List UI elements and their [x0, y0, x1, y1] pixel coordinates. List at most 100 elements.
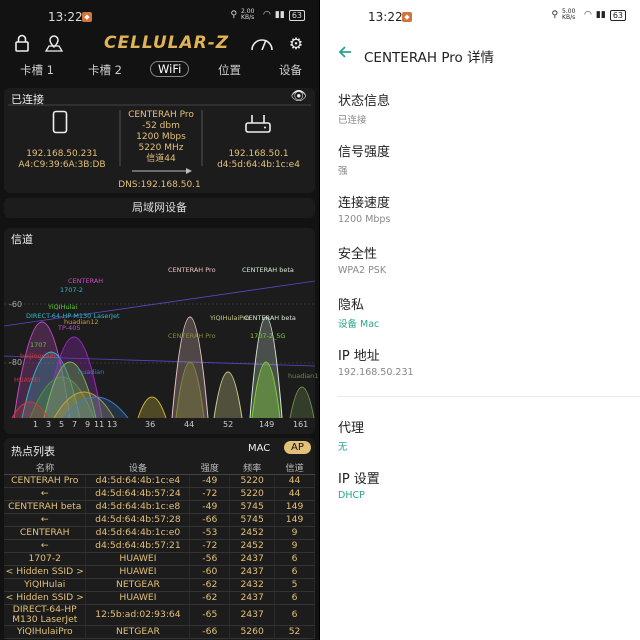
table-cell: 149 — [274, 500, 315, 514]
x-tick: 1 — [33, 420, 39, 429]
table-row[interactable]: CENTERAH beta d4:5d:64:4b:1c:e8 -49 5745 149 — [4, 500, 315, 514]
frequency: 5220 MHz — [138, 143, 184, 153]
location-icon: ⚲ — [551, 10, 559, 20]
table-cell: 2437 — [229, 604, 276, 626]
table-cell: 6 — [274, 604, 315, 626]
map-pin-icon[interactable] — [44, 34, 64, 54]
detail-value[interactable]: DHCP — [338, 490, 380, 501]
table-cell: -62 — [189, 591, 231, 605]
table-cell: -53 — [189, 526, 231, 540]
table-cell: 2452 — [229, 539, 276, 553]
x-tick: 7 — [72, 420, 78, 429]
table-cell: -72 — [189, 539, 231, 553]
table-cell: HUAWEI — [85, 591, 191, 605]
table-cell: 52 — [274, 625, 315, 639]
status-icons: ⚲ 2.00 KB/s ◠ ▮▮ 63 — [230, 9, 305, 21]
detail-status: 状态信息 已连接 — [338, 90, 390, 126]
table-row[interactable]: CENTERAH d4:5d:64:4b:1c:e0 -53 2452 9 — [4, 526, 315, 540]
table-cell: -65 — [189, 604, 231, 626]
phone-ip: 192.168.50.231 — [26, 149, 98, 159]
table-row[interactable]: DIRECT-64-HP M130 LaserJet 12:5b:ad:02:93… — [4, 604, 315, 626]
signal-strength: -52 dbm — [142, 121, 180, 131]
x-tick: 9 — [85, 420, 91, 429]
gear-icon[interactable]: ⚙ — [286, 34, 306, 54]
chart-label: CENTERAH — [68, 277, 104, 285]
table-cell: 1707-2 — [4, 552, 87, 566]
table-cell: 12:5b:ad:02:93:64 — [85, 604, 191, 626]
signal-icon: ▮▮ — [595, 10, 606, 20]
channel-panel: 信道 -60 -80 1 3 5 7 9 11 13 36 44 52 149 … — [4, 228, 319, 434]
table-cell: CENTERAH Pro — [4, 474, 87, 488]
table-row[interactable]: ← d4:5d:64:4b:57:21 -72 2452 9 — [4, 539, 315, 553]
table-row[interactable]: 1707-2 HUAWEI -56 2437 6 — [4, 552, 315, 566]
table-row[interactable]: < Hidden SSID > HUAWEI -62 2437 6 — [4, 591, 315, 605]
detail-privacy[interactable]: 隐私 设备 Mac — [338, 294, 379, 330]
table-cell: ← — [4, 487, 87, 501]
table-row[interactable]: YiQIHulaiPro NETGEAR -66 5260 52 — [4, 625, 315, 639]
table-cell: HUAWEI — [85, 552, 191, 566]
detail-label: IP 地址 — [338, 349, 380, 364]
table-cell: HUAWEI — [85, 565, 191, 579]
lock-icon[interactable] — [12, 34, 32, 54]
col-channel: 信道 — [274, 460, 315, 475]
table-cell: < Hidden SSID > — [4, 565, 87, 579]
table-cell: YiQIHulaiPro — [4, 625, 87, 639]
detail-value[interactable]: 设备 Mac — [338, 316, 379, 330]
chart-label: huadian — [78, 368, 105, 376]
speedometer-icon[interactable] — [250, 34, 274, 54]
table-cell: 2437 — [229, 591, 276, 605]
table-cell: 9 — [274, 526, 315, 540]
table-cell: 9 — [274, 539, 315, 553]
mac-toggle[interactable]: MAC — [248, 443, 270, 454]
table-cell: d4:5d:64:4b:57:21 — [85, 539, 191, 553]
detail-label: 信号强度 — [338, 145, 391, 160]
location-icon: ⚲ — [230, 10, 238, 20]
table-cell: < Hidden SSID > — [4, 591, 87, 605]
detail-security: 安全性 WPA2 PSK — [338, 243, 386, 276]
table-cell: 5745 — [229, 500, 276, 514]
tab-location[interactable]: 位置 — [218, 62, 241, 78]
table-cell: CENTERAH beta — [4, 500, 87, 514]
back-arrow-icon[interactable] — [338, 44, 352, 63]
detail-value: 1200 Mbps — [338, 214, 391, 225]
channel-title: 信道 — [11, 233, 33, 246]
table-row[interactable]: < Hidden SSID > HUAWEI -60 2437 6 — [4, 565, 315, 579]
table-cell: d4:5d:64:4b:57:24 — [85, 487, 191, 501]
hotspot-panel: 热点列表 MAC AP 名称 设备 强度 频率 信道 CENTERAH Pro d… — [4, 438, 315, 640]
status-bar: 13:22 ◆ ⚲ 2.00 KB/s ◠ ▮▮ 63 — [0, 0, 319, 34]
tab-wifi[interactable]: WiFi — [150, 61, 190, 77]
table-cell: 5220 — [229, 487, 276, 501]
status-icons-right: ⚲ 5.00 KB/s ◠ ▮▮ 63 — [551, 9, 626, 21]
detail-ip-settings[interactable]: IP 设置 DHCP — [338, 468, 380, 501]
table-cell: 2437 — [229, 552, 276, 566]
col-device: 设备 — [85, 460, 190, 475]
detail-label: 代理 — [338, 421, 365, 436]
tab-slot1[interactable]: 卡槽 1 — [20, 62, 54, 78]
table-cell: 2432 — [229, 578, 276, 592]
table-row[interactable]: ← d4:5d:64:4b:57:24 -72 5220 44 — [4, 487, 315, 501]
table-cell: 2437 — [229, 565, 276, 579]
lan-devices-button[interactable]: 局域网设备 — [4, 198, 315, 218]
table-cell: d4:5d:64:4b:57:28 — [85, 513, 191, 527]
detail-value[interactable]: 无 — [338, 439, 364, 453]
table-cell: d4:5d:64:4b:1c:e0 — [85, 526, 191, 540]
x-tick: 149 — [259, 420, 275, 429]
table-row[interactable]: ← d4:5d:64:4b:57:28 -66 5745 149 — [4, 513, 315, 527]
ap-toggle[interactable]: AP — [284, 441, 311, 454]
table-row[interactable]: CENTERAH Pro d4:5d:64:4b:1c:e4 -49 5220 44 — [4, 474, 315, 488]
tab-slot2[interactable]: 卡槽 2 — [88, 62, 122, 78]
table-cell: -72 — [189, 487, 231, 501]
details-header: CENTERAH Pro 详情 — [320, 44, 640, 66]
dns: DNS:192.168.50.1 — [118, 180, 201, 190]
detail-label: IP 设置 — [338, 472, 380, 487]
tab-devices[interactable]: 设备 — [279, 62, 302, 78]
table-cell: 149 — [274, 513, 315, 527]
status-time: 13:22 — [48, 10, 83, 24]
page-title: CENTERAH Pro 详情 — [364, 50, 495, 66]
x-tick: 52 — [223, 420, 234, 429]
detail-value: WPA2 PSK — [338, 265, 387, 276]
detail-proxy[interactable]: 代理无 — [338, 417, 364, 453]
table-row[interactable]: YiQIHulai NETGEAR -62 2432 5 — [4, 578, 315, 592]
notification-icon: ◆ — [82, 12, 92, 22]
chart-label: YiQIHulai — [48, 303, 78, 311]
